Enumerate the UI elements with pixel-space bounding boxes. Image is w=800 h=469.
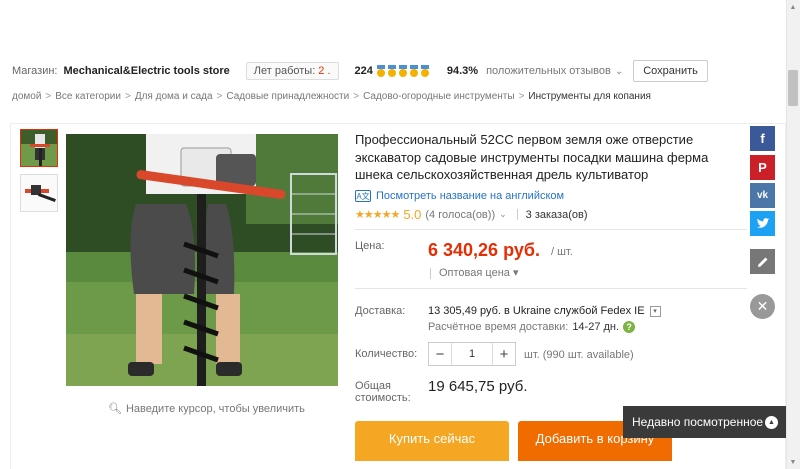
translate-icon: A文 — [355, 190, 371, 202]
pinterest-icon[interactable]: P — [750, 155, 775, 180]
rating-votes[interactable]: (4 голоса(ов)) — [425, 209, 495, 221]
chevron-down-icon[interactable]: ▾ — [649, 305, 661, 317]
scrollbar-thumb[interactable] — [788, 70, 798, 106]
magnifier-icon: 🔍︎ — [108, 403, 122, 415]
breadcrumb-separator: > — [216, 91, 223, 102]
divider — [430, 267, 431, 279]
medal-icon — [398, 65, 408, 77]
shipping-label: Доставка: — [355, 305, 406, 317]
help-icon[interactable]: ? — [623, 321, 636, 333]
product-title: Профессиональный 52CC первом земля оже о… — [355, 132, 709, 182]
product-main-image[interactable] — [66, 134, 338, 386]
vk-icon[interactable]: vk — [750, 183, 775, 208]
total-label: Общая стоимость: — [355, 380, 411, 404]
divider — [355, 229, 747, 230]
medal-icon — [420, 65, 430, 77]
breadcrumb-separator: > — [518, 91, 525, 102]
translate-title-link[interactable]: A文 Посмотреть название на английском — [355, 190, 564, 202]
price-unit: / шт. — [551, 246, 573, 258]
rating-row: ★★★★★ 5.0 (4 голоса(ов)) ⌄ 3 заказа(ов) — [355, 207, 588, 222]
breadcrumb-separator: > — [124, 91, 131, 102]
total-value: 19 645,75 руб. — [428, 378, 528, 395]
price-value: 6 340,26 руб. — [428, 240, 540, 260]
breadcrumb-garden-tools[interactable]: Садово-огородные инструменты — [363, 91, 514, 102]
positive-feedback-label[interactable]: положительных отзывов — [486, 65, 611, 77]
medal-icon — [387, 65, 397, 77]
scroll-down-arrow-icon[interactable]: ▼ — [786, 455, 800, 469]
scroll-up-arrow-icon[interactable]: ▲ — [786, 0, 800, 14]
shipping-selector[interactable]: 13 305,49 руб. в Ukraine службой Fedex I… — [428, 305, 661, 317]
store-bar: Магазин: Mechanical&Electric tools store… — [0, 58, 786, 84]
seller-rating-medals — [376, 65, 431, 77]
facebook-icon[interactable]: f — [750, 126, 775, 151]
translate-link-text[interactable]: Посмотреть название на английском — [376, 190, 564, 202]
breadcrumb-separator: > — [353, 91, 360, 102]
price-label: Цена: — [355, 240, 385, 252]
recently-viewed-label[interactable]: Недавно посмотренное — [632, 415, 765, 429]
quantity-decrease-button[interactable]: − — [429, 343, 451, 365]
store-years-value: 2 . — [318, 65, 331, 77]
positive-feedback-percent: 94.3% — [446, 65, 479, 77]
product-thumbnail-1[interactable] — [20, 129, 58, 167]
pencil-icon[interactable] — [750, 249, 775, 274]
breadcrumb-garden-supplies[interactable]: Садовые принадлежности — [226, 91, 349, 102]
orders-count: 3 заказа(ов) — [525, 208, 588, 221]
quantity-input[interactable] — [451, 343, 493, 365]
delivery-estimate-label: Расчётное время доставки: — [428, 321, 569, 333]
feedback-count[interactable]: 224 — [355, 65, 373, 77]
medal-icon — [376, 65, 386, 77]
quantity-increase-button[interactable]: + — [493, 343, 515, 365]
quantity-stepper: − + — [428, 342, 516, 366]
breadcrumb-digging-tools[interactable]: Инструменты для копания — [528, 91, 651, 102]
chevron-down-icon[interactable]: ⌄ — [499, 209, 507, 220]
recently-viewed-panel[interactable]: Недавно посмотренное ▲ — [623, 406, 786, 438]
store-years-label: Лет работы: — [253, 65, 316, 77]
zoom-hint: 🔍︎ Наведите курсор, чтобы увеличить — [108, 402, 305, 416]
chevron-up-icon[interactable]: ▲ — [765, 415, 778, 429]
divider — [516, 209, 518, 220]
rating-stars-icon: ★★★★★ — [355, 209, 400, 221]
zoom-hint-text: Наведите курсор, чтобы увеличить — [125, 402, 305, 415]
breadcrumb: домой > Все категории > Для дома и сада > Садо… — [12, 91, 786, 102]
delivery-estimate-value: 14-27 дн. — [572, 321, 620, 333]
save-store-button[interactable]: Сохранить — [633, 60, 708, 82]
twitter-icon[interactable] — [750, 211, 775, 236]
chevron-down-icon[interactable]: ⌄ — [615, 66, 623, 77]
store-years-badge: Лет работы: 2 . — [245, 62, 339, 80]
delivery-estimate: Расчётное время доставки: 14-27 дн. ? — [428, 321, 636, 333]
wholesale-price-label[interactable]: Оптовая цена ▾ — [439, 267, 518, 279]
close-icon[interactable]: ✕ — [750, 294, 775, 319]
buy-now-button[interactable]: Купить сейчас — [355, 421, 509, 461]
quantity-label: Количество: — [355, 348, 418, 360]
shipping-value[interactable]: 13 305,49 руб. в Ukraine службой Fedex I… — [428, 305, 645, 317]
wholesale-price-dropdown[interactable]: Оптовая цена ▾ — [430, 266, 518, 279]
breadcrumb-separator: > — [45, 91, 52, 102]
store-name-link[interactable]: Mechanical&Electric tools store — [64, 65, 230, 77]
breadcrumb-home[interactable]: домой — [12, 91, 41, 102]
divider — [355, 288, 747, 289]
product-thumbnail-2[interactable] — [20, 174, 58, 212]
breadcrumb-all-categories[interactable]: Все категории — [55, 91, 121, 102]
quantity-available: шт. (990 шт. available) — [524, 349, 634, 361]
medal-icon — [409, 65, 419, 77]
rating-score: 5.0 — [403, 207, 422, 222]
store-label: Магазин: — [12, 65, 58, 77]
breadcrumb-home-garden[interactable]: Для дома и сада — [135, 91, 213, 102]
